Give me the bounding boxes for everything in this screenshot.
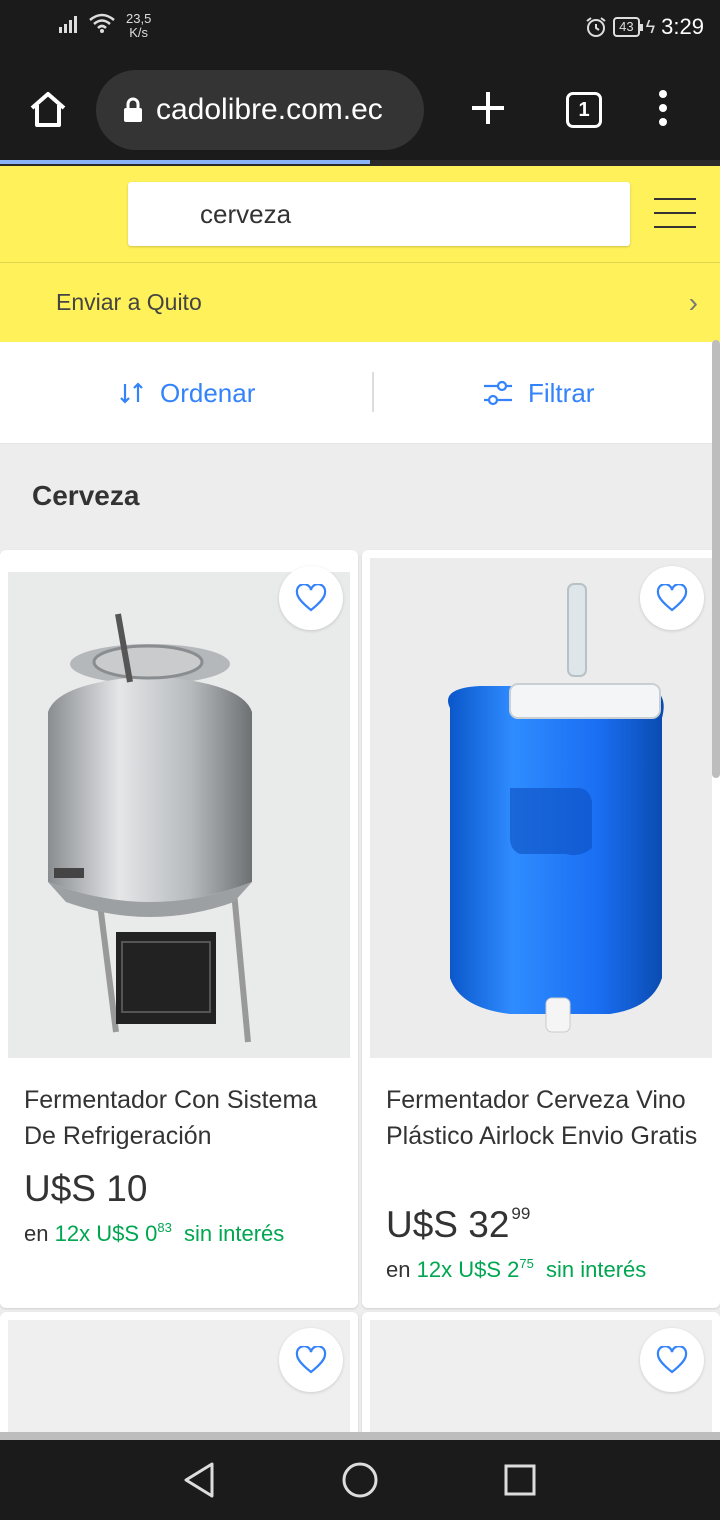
battery-indicator: 43 bbox=[613, 17, 644, 37]
product-price: U$S 10 bbox=[24, 1168, 147, 1210]
heart-icon bbox=[295, 1346, 327, 1374]
heart-icon bbox=[656, 584, 688, 612]
favorite-button[interactable] bbox=[279, 1328, 343, 1392]
charging-icon: ϟ bbox=[645, 16, 656, 37]
status-left: 23,5 K/s bbox=[58, 12, 151, 40]
installments-cents: 83 bbox=[157, 1220, 172, 1235]
tab-switcher-button[interactable]: 1 bbox=[566, 92, 602, 128]
installments-prefix: en bbox=[24, 1221, 49, 1246]
installments-amount: 0 bbox=[145, 1221, 158, 1246]
sort-label: Ordenar bbox=[160, 377, 256, 408]
sort-filter-bar: Ordenar Filtrar bbox=[0, 342, 720, 444]
price-cents: 99 bbox=[511, 1204, 531, 1223]
price-amount: 32 bbox=[468, 1204, 510, 1245]
new-tab-icon[interactable] bbox=[466, 86, 510, 130]
product-card[interactable] bbox=[362, 1312, 720, 1452]
address-bar[interactable]: cadolibre.com.ec bbox=[96, 70, 424, 150]
recents-square-icon[interactable] bbox=[498, 1458, 542, 1502]
sort-arrows-icon bbox=[120, 382, 143, 404]
installments-count: 12x bbox=[416, 1257, 453, 1282]
back-triangle-icon[interactable] bbox=[178, 1458, 222, 1502]
filter-button[interactable]: Filtrar bbox=[482, 342, 594, 444]
search-input[interactable]: cerveza bbox=[128, 182, 630, 246]
home-icon[interactable] bbox=[26, 88, 70, 132]
price-currency: U$S bbox=[386, 1204, 458, 1245]
product-price: U$S 32 99 bbox=[386, 1204, 530, 1246]
page-scrollbar[interactable] bbox=[712, 340, 720, 778]
bottom-scroll-track bbox=[0, 1432, 720, 1440]
installments: en 12x U$S 083 sin interés bbox=[24, 1220, 284, 1247]
url-text: cadolibre.com.ec bbox=[156, 93, 383, 126]
favorite-button[interactable] bbox=[640, 566, 704, 630]
product-title[interactable]: Fermentador Con Sistema De Refrigeración bbox=[24, 1082, 344, 1154]
status-right: 43 ϟ 3:29 bbox=[585, 14, 704, 40]
clock: 3:29 bbox=[661, 14, 704, 39]
product-image[interactable] bbox=[8, 572, 350, 1058]
status-bar: 23,5 K/s 43 ϟ 3:29 bbox=[0, 0, 720, 56]
network-speed: 23,5 K/s bbox=[126, 12, 151, 40]
system-nav-bar bbox=[0, 1440, 720, 1520]
category-title: Cerveza bbox=[32, 480, 140, 511]
product-title[interactable]: Fermentador Cerveza Vino Plástico Airloc… bbox=[386, 1082, 706, 1154]
installments-prefix: en bbox=[386, 1257, 411, 1282]
home-circle-icon[interactable] bbox=[338, 1458, 382, 1502]
signal-icon bbox=[59, 16, 77, 33]
network-speed-unit: K/s bbox=[129, 25, 149, 40]
installments-count: 12x bbox=[54, 1221, 91, 1246]
fermenter-steel-image bbox=[8, 572, 350, 1058]
fermenter-plastic-image bbox=[370, 558, 712, 1058]
installments-cents: 75 bbox=[519, 1256, 534, 1271]
favorite-button[interactable] bbox=[640, 1328, 704, 1392]
hamburger-menu-icon[interactable] bbox=[654, 198, 696, 232]
wifi-icon bbox=[89, 13, 115, 33]
network-speed-value: 23,5 bbox=[126, 11, 152, 26]
filter-label: Filtrar bbox=[528, 377, 595, 408]
price-amount: 10 bbox=[106, 1168, 148, 1209]
chevron-right-icon: › bbox=[688, 287, 698, 318]
installments-amount: 2 bbox=[507, 1257, 520, 1282]
installments: en 12x U$S 275 sin interés bbox=[386, 1256, 646, 1283]
filter-sliders-icon bbox=[484, 380, 512, 406]
progress-fill bbox=[0, 160, 370, 164]
price-currency: U$S bbox=[24, 1168, 96, 1209]
alarm-icon bbox=[586, 17, 606, 37]
browser-toolbar: cadolibre.com.ec 1 bbox=[0, 56, 720, 162]
installments-suffix: sin interés bbox=[183, 1221, 285, 1246]
heart-icon bbox=[295, 584, 327, 612]
product-card[interactable]: Fermentador Con Sistema De Refrigeración… bbox=[0, 550, 358, 1308]
toolbar-divider bbox=[372, 372, 374, 412]
installments-suffix: sin interés bbox=[545, 1257, 647, 1282]
shipping-location-row[interactable]: Enviar a Quito › bbox=[0, 262, 720, 342]
product-card[interactable] bbox=[0, 1312, 358, 1452]
product-image[interactable] bbox=[370, 558, 712, 1058]
installments-currency: U$S bbox=[96, 1221, 140, 1246]
heart-icon bbox=[656, 1346, 688, 1374]
lock-icon bbox=[124, 97, 142, 122]
more-vert-icon[interactable] bbox=[648, 86, 678, 130]
product-card[interactable]: Fermentador Cerveza Vino Plástico Airloc… bbox=[362, 550, 720, 1308]
favorite-button[interactable] bbox=[279, 566, 343, 630]
shipping-location-label: Enviar a Quito bbox=[56, 289, 202, 315]
sort-button[interactable]: Ordenar bbox=[118, 342, 255, 444]
site-header: cerveza Enviar a Quito › bbox=[0, 166, 720, 342]
installments-currency: U$S bbox=[458, 1257, 502, 1282]
